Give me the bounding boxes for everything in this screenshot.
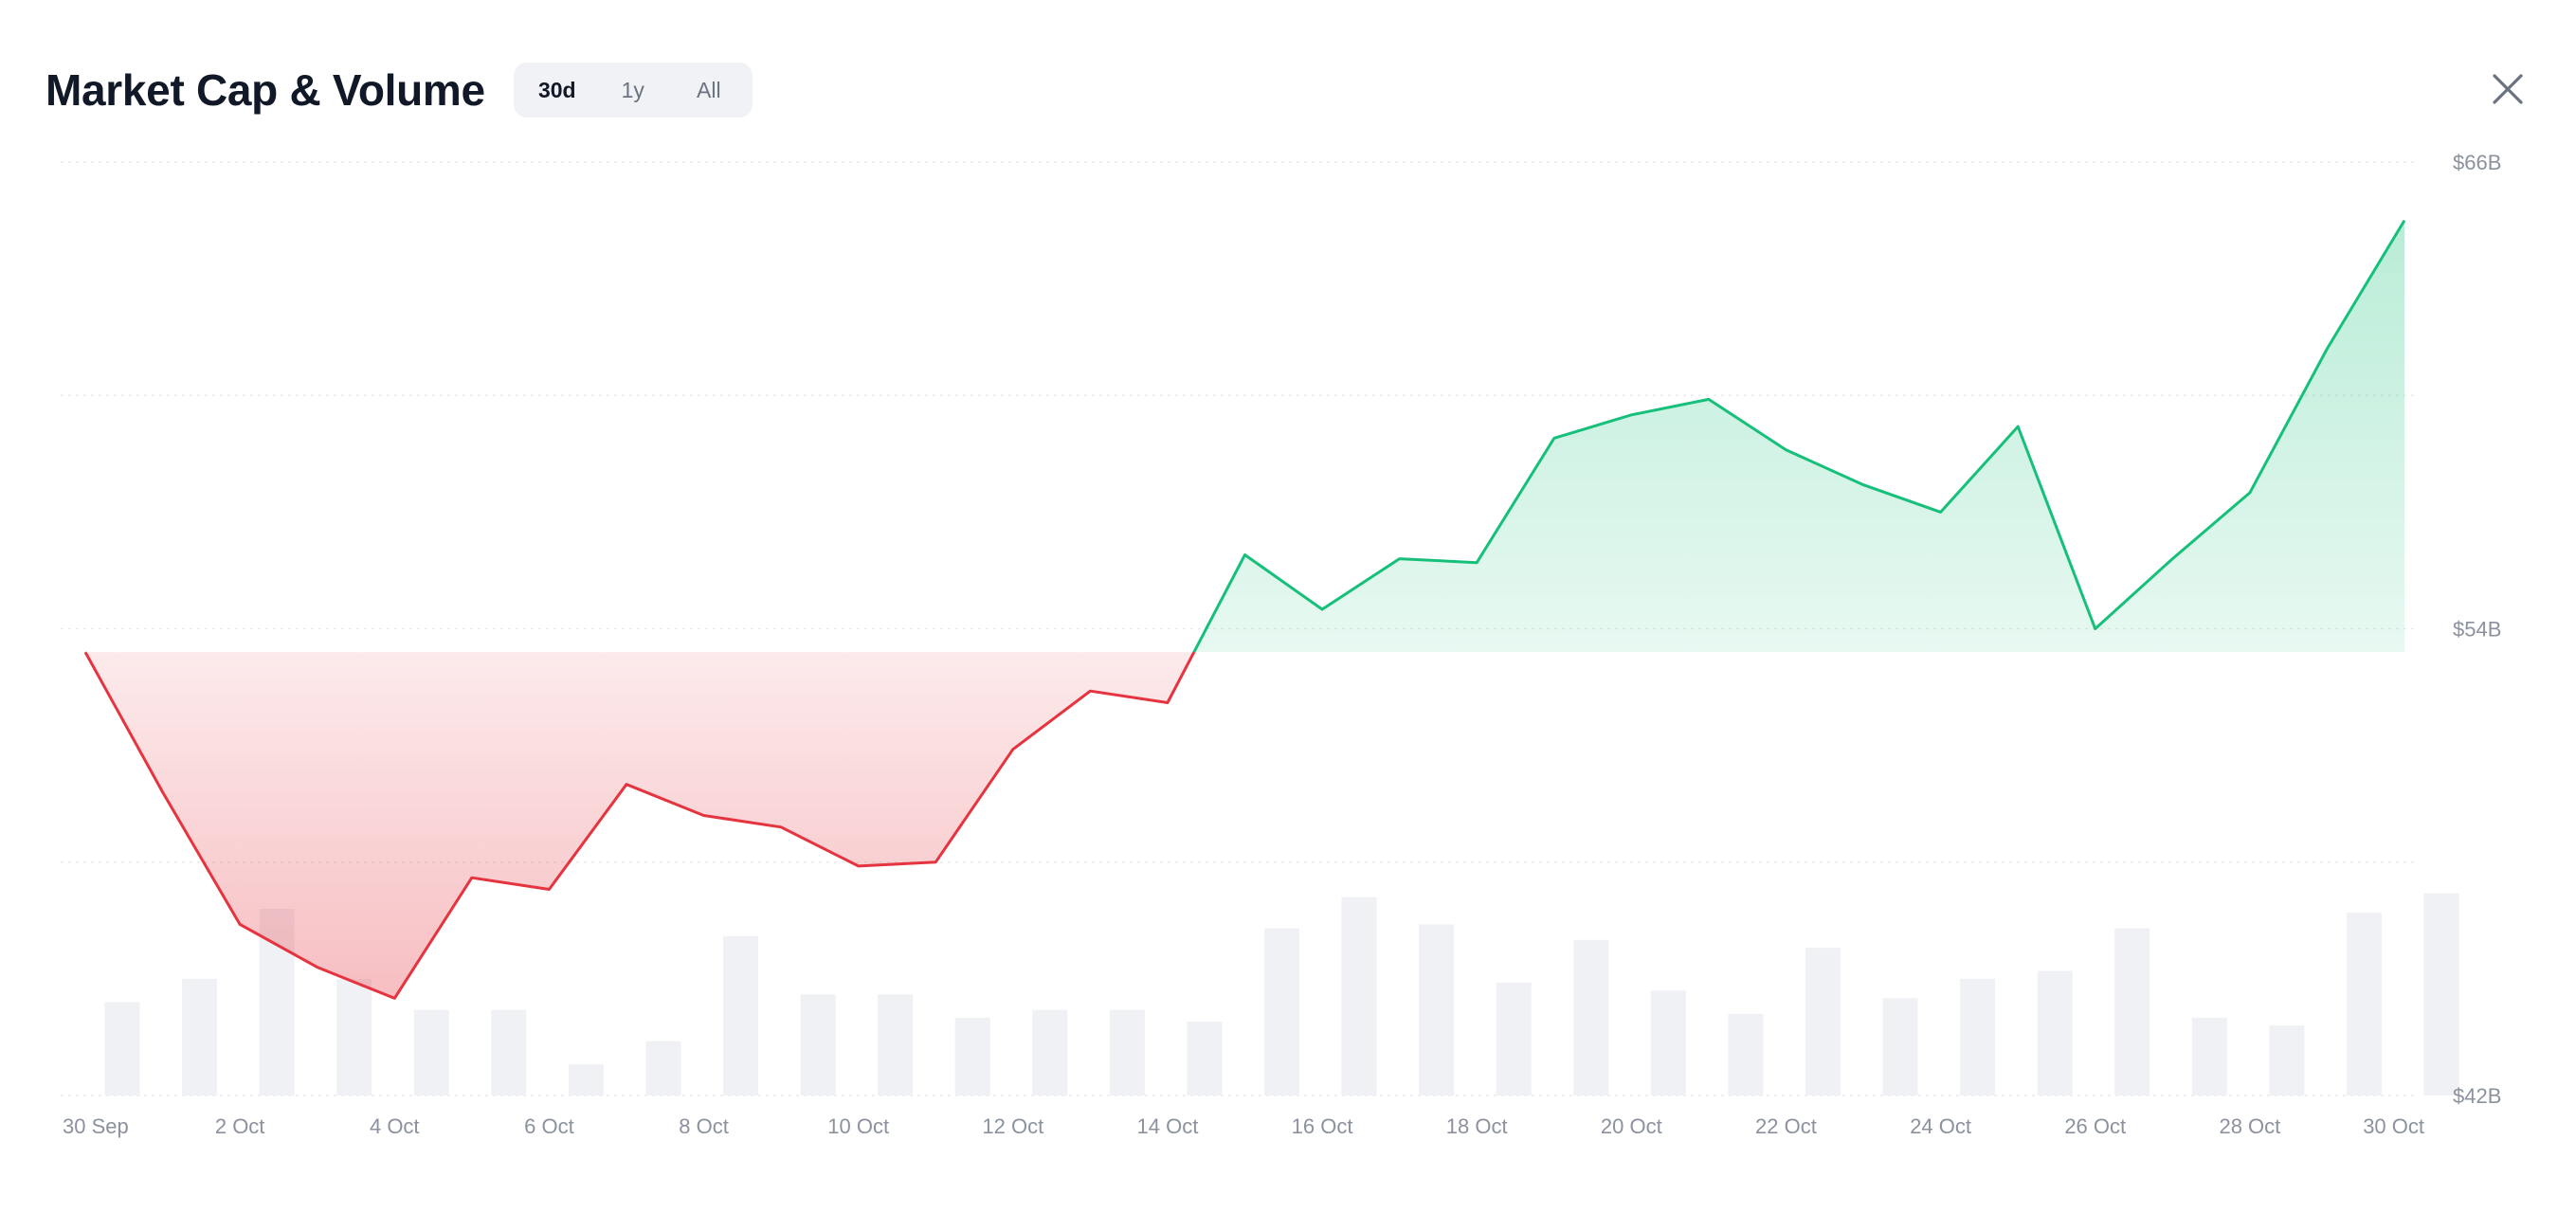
data-point [2402,218,2407,224]
volume-bar [1264,928,1299,1095]
x-tick-label: 8 Oct [679,1114,729,1138]
data-point [1860,482,1866,488]
data-point [1319,606,1325,612]
volume-bar [800,994,836,1095]
volume-bar [645,1041,681,1095]
x-tick-label: 16 Oct [1292,1114,1353,1138]
market-cap-chart: $66B $54B $42B 30 Sep 2 Oct 4 Oct 6 Oct 8 Oct 10… [61,151,2501,1138]
x-tick-label: 28 Oct [2219,1114,2280,1138]
x-tick-label: 18 Oct [1446,1114,1508,1138]
volume-bar [1109,1009,1145,1095]
volume-bar [2346,913,2382,1095]
y-tick-label: $42B [2453,1084,2501,1108]
data-point [1474,560,1479,566]
volume-bar [104,1002,140,1095]
data-point [624,782,629,788]
volume-bar [1573,939,1609,1095]
data-point [82,649,88,655]
x-tick-label: 10 Oct [827,1114,889,1138]
x-tick-label: 20 Oct [1601,1114,1662,1138]
data-point [1706,396,1712,402]
data-point [546,886,552,892]
data-point [701,813,707,819]
x-tick-label: 24 Oct [1910,1114,1971,1138]
volume-bar [1032,1009,1068,1095]
data-point [1397,556,1403,562]
x-tick-label: 26 Oct [2064,1114,2126,1138]
volume-bar [336,978,372,1095]
volume-bar [1341,896,1377,1095]
volume-bar [1882,998,1918,1095]
x-tick-label: 2 Oct [215,1114,265,1138]
data-point [1628,412,1634,418]
data-point [2169,556,2175,562]
data-point [2324,346,2330,352]
data-point [856,863,862,869]
x-tick-label: 14 Oct [1137,1114,1199,1138]
data-point [1551,435,1557,441]
volume-bar [1960,978,1996,1095]
volume-bar [1496,982,1532,1095]
data-point [469,875,475,880]
data-point [933,860,938,865]
data-point [160,789,166,795]
x-tick-label: 4 Oct [370,1114,420,1138]
data-point [237,921,243,927]
volume-bar [2191,1017,2227,1095]
volume-bar [2423,893,2459,1095]
data-point [315,965,320,970]
data-point [2247,490,2253,496]
volume-bar [2037,970,2073,1095]
volume-bar [2269,1025,2305,1095]
data-point [778,824,784,830]
volume-bar [1728,1013,1764,1095]
data-point [391,995,397,1001]
volume-bar [723,935,759,1095]
volume-bar [1187,1022,1223,1095]
volume-bar [1650,990,1686,1095]
x-tick-label: 12 Oct [982,1114,1043,1138]
x-tick-label: 22 Oct [1755,1114,1817,1138]
y-tick-label: $54B [2453,618,2501,642]
data-point [1938,509,1944,515]
volume-bar [491,1009,527,1095]
data-point [2015,424,2021,429]
volume-bar [878,994,914,1095]
data-point [1010,747,1016,752]
data-point [1087,688,1093,694]
volume-bar [413,1009,449,1095]
data-point [1165,699,1170,705]
data-point [2093,626,2098,632]
y-tick-label: $66B [2453,151,2501,174]
volume-bar [182,978,218,1095]
x-tick-label: 30 Oct [2363,1114,2424,1138]
data-point [1243,552,1248,558]
volume-bar [1419,924,1455,1095]
volume-bar [1805,948,1841,1095]
volume-bar [568,1064,604,1095]
data-point [1783,447,1788,453]
volume-bar [954,1017,990,1095]
x-tick-label: 6 Oct [524,1114,574,1138]
x-tick-label: 30 Sep [63,1114,129,1138]
volume-bar [2114,928,2150,1095]
